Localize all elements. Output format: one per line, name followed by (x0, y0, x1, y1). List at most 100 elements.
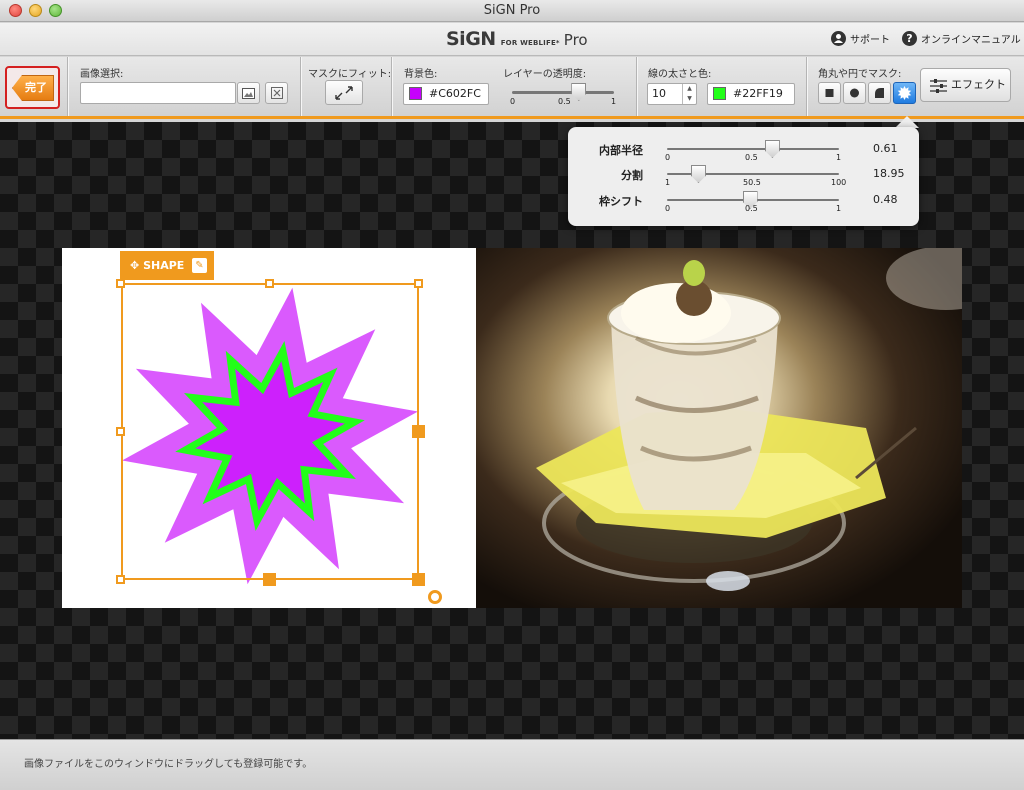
status-text: 画像ファイルをこのウィンドウにドラッグしても登録可能です。 (24, 759, 313, 770)
edit-pencil-icon[interactable]: ✎ (192, 258, 207, 273)
mask-rounded-button[interactable] (868, 82, 891, 104)
opacity-label: レイヤーの透明度: (503, 69, 587, 80)
resize-handle[interactable] (414, 279, 423, 288)
resize-handle[interactable] (116, 575, 125, 584)
rotate-handle[interactable] (428, 590, 442, 604)
frame-shift-value: 0.48 (873, 193, 898, 206)
frame-shift-max-tick: 1 (836, 204, 842, 213)
stepper-arrows[interactable]: ▲ ▼ (682, 84, 696, 104)
help-icon: ? (902, 31, 917, 46)
opacity-slider-thumb[interactable] (571, 83, 587, 101)
bg-color-value: #C602FC (429, 87, 481, 100)
app-logo: SiGN FOR WEBLIFE* Pro (446, 28, 588, 52)
toolbar-divider (636, 57, 637, 116)
divisions-slider-thumb[interactable] (690, 165, 706, 183)
inner-radius-value: 0.61 (873, 142, 898, 155)
square-icon (825, 89, 834, 97)
support-link[interactable]: サポート (831, 31, 890, 46)
clear-image-button[interactable] (265, 82, 288, 104)
opacity-mid-tick: 0.5 (558, 97, 571, 106)
divisions-mid-tick: 50.5 (743, 178, 761, 187)
expand-icon (335, 86, 353, 100)
mask-square-button[interactable] (818, 82, 841, 104)
toolbar: 完了 画像選択: マスクにフィット: 背景色: #C602FC レイヤーの透明度… (0, 57, 1024, 119)
online-manual-link[interactable]: ? オンラインマニュアル (902, 31, 1021, 46)
online-manual-label: オンラインマニュアル (921, 35, 1021, 46)
move-icon[interactable]: ✥ (130, 259, 139, 272)
bg-color-field[interactable]: #C602FC (403, 83, 489, 105)
clear-icon (270, 87, 283, 99)
inner-radius-mid-tick: 0.5 (745, 153, 758, 162)
minimize-window-button[interactable] (29, 4, 42, 17)
resize-handle[interactable] (412, 573, 425, 586)
toolbar-divider (806, 57, 807, 116)
effect-label: エフェクト (951, 78, 1006, 91)
star-burst-icon (897, 86, 912, 100)
divisions-max-tick: 100 (831, 178, 847, 187)
decrement-icon[interactable]: ▼ (683, 94, 696, 104)
dessert-photo-art (536, 248, 962, 591)
logo-for-weblife: FOR WEBLIFE* (500, 39, 560, 47)
fit-mask-label: マスクにフィット: (308, 69, 392, 80)
inner-radius-max-tick: 1 (836, 153, 842, 162)
stroke-color-value: #22FF19 (733, 87, 783, 100)
toolbar-divider (391, 57, 392, 116)
bg-color-label: 背景色: (404, 69, 438, 80)
sliders-icon (930, 79, 947, 93)
resize-handle[interactable] (265, 279, 274, 288)
increment-icon[interactable]: ▲ (683, 84, 696, 94)
image-select-field[interactable] (80, 82, 236, 104)
resize-handle[interactable] (412, 425, 425, 438)
mask-circle-button[interactable] (843, 82, 866, 104)
zoom-window-button[interactable] (49, 4, 62, 17)
divisions-value: 18.95 (873, 167, 905, 180)
mask-label: 角丸や円でマスク: (818, 69, 902, 80)
inner-radius-slider-thumb[interactable] (764, 140, 780, 158)
image-select-label: 画像選択: (80, 69, 124, 80)
status-bar: 画像ファイルをこのウィンドウにドラッグしても登録可能です。 (0, 739, 1024, 790)
window-title: SiGN Pro (483, 3, 541, 18)
selection-frame (121, 283, 419, 580)
resize-handle[interactable] (116, 279, 125, 288)
bg-color-swatch[interactable] (409, 87, 422, 100)
rounded-corner-icon (875, 88, 884, 98)
effect-button[interactable]: エフェクト (920, 68, 1011, 102)
inner-radius-slider-track[interactable] (667, 148, 839, 150)
logo-pro: Pro (563, 31, 588, 49)
mask-star-button[interactable] (893, 82, 916, 104)
support-label: サポート (850, 35, 890, 46)
resize-handle[interactable] (116, 427, 125, 436)
logo-main: SiGN (446, 28, 496, 50)
frame-shift-min-tick: 0 (665, 204, 671, 213)
opacity-max-tick: 1 (611, 97, 617, 106)
frame-shift-label: 枠シフト (599, 195, 643, 208)
stroke-label: 線の太さと色: (648, 69, 712, 80)
dessert-photo[interactable] (476, 248, 962, 608)
opacity-slider-track[interactable] (512, 91, 614, 94)
app-header: SiGN FOR WEBLIFE* Pro サポート ? オンラインマニュアル (0, 23, 1024, 56)
divisions-min-tick: 1 (665, 178, 671, 187)
stroke-color-swatch[interactable] (713, 87, 726, 100)
star-settings-popover: 内部半径 0 0.5 1 0.61 分割 1 50.5 100 18.95 枠シ… (568, 127, 919, 226)
stroke-color-field[interactable]: #22FF19 (707, 83, 795, 105)
close-window-button[interactable] (9, 4, 22, 17)
toolbar-divider (67, 57, 68, 116)
done-button[interactable]: 完了 (12, 75, 54, 101)
done-button-frame: 完了 (5, 66, 60, 109)
person-icon (831, 31, 846, 46)
shape-tag[interactable]: ✥ SHAPE ✎ (120, 251, 214, 280)
title-bar: SiGN Pro (0, 0, 1024, 22)
fit-to-mask-button[interactable] (325, 80, 363, 105)
stroke-width-stepper[interactable]: 10 ▲ ▼ (647, 83, 697, 105)
frame-shift-mid-tick: 0.5 (745, 204, 758, 213)
shape-tag-label: SHAPE (143, 259, 185, 272)
resize-handle[interactable] (263, 573, 276, 586)
inner-radius-label: 内部半径 (599, 144, 643, 157)
divisions-label: 分割 (621, 169, 643, 182)
inner-radius-min-tick: 0 (665, 153, 671, 162)
toolbar-divider (300, 57, 301, 116)
opacity-min-tick: 0 (510, 97, 516, 106)
browse-image-button[interactable] (237, 82, 260, 104)
circle-icon (850, 88, 859, 98)
image-icon (242, 88, 255, 99)
